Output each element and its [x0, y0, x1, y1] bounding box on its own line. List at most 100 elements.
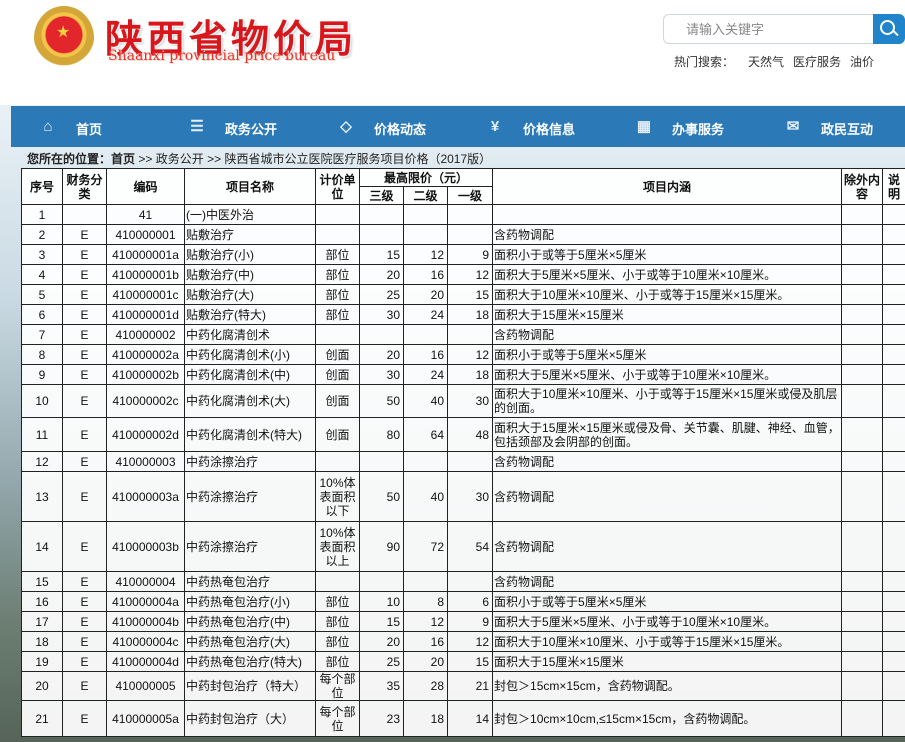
cell-excluded [841, 571, 884, 592]
cell-category: E [62, 344, 107, 365]
cell-excluded [841, 671, 884, 701]
cell-no: 18 [21, 631, 63, 652]
cell-code: 410000002b [106, 364, 185, 385]
cell-category: E [62, 364, 107, 385]
cell-code: 410000001c [106, 284, 185, 305]
cell-no: 12 [21, 451, 63, 472]
cell-price-1 [446, 324, 494, 345]
breadcrumb-current: 陕西省城市公立医院医疗服务项目价格（2017版） [224, 152, 492, 166]
hot-search-link[interactable]: 医疗服务 [793, 55, 841, 69]
cell-price-3: 10 [359, 591, 404, 612]
header-note: 说明 [882, 168, 905, 205]
cell-excluded [841, 344, 884, 365]
cell-price-1: 9 [446, 611, 494, 632]
cell-price-1: 15 [446, 284, 494, 305]
cell-price-3: 35 [359, 671, 404, 701]
hot-search-label: 热门搜索： [674, 55, 735, 69]
cell-code: 410000003a [106, 471, 185, 522]
cell-content: 含药物调配 [492, 224, 843, 245]
table-row: 3 E 410000001a 贴敷治疗(小) 部位 15 12 9 面积小于或等于5厘米×5厘米 [21, 244, 905, 265]
cell-category: E [62, 571, 107, 592]
cell-content: 含药物调配 [492, 324, 843, 345]
breadcrumb-separator: >> [207, 152, 222, 166]
cell-no: 1 [21, 204, 63, 225]
table-row: 13 E 410000003a 中药涂擦治疗 10%体表面积以下 50 40 30 含药物调配 [21, 471, 905, 522]
cell-note [882, 244, 905, 265]
cell-code: 410000002 [106, 324, 185, 345]
cell-note [882, 591, 905, 612]
cell-excluded [841, 417, 884, 452]
nav-item-government-affairs[interactable]: ☰ 政务公开 [160, 106, 309, 147]
cell-note [882, 264, 905, 285]
cell-unit: 部位 [315, 284, 360, 305]
grid-icon: ▦ [636, 118, 652, 135]
cell-unit: 部位 [315, 591, 360, 612]
cell-price-3: 50 [359, 471, 404, 522]
cell-code: 410000003b [106, 521, 185, 572]
cell-no: 11 [21, 417, 63, 452]
cell-content: 含药物调配 [492, 521, 843, 572]
cell-price-1: 9 [446, 244, 494, 265]
nav-item-services[interactable]: ▦ 办事服务 [607, 106, 756, 147]
cell-content: 面积大于10厘米×10厘米、小于或等于15厘米×15厘米。 [492, 284, 843, 305]
cell-no: 9 [21, 364, 63, 385]
cell-unit [315, 224, 360, 245]
cell-price-1: 48 [446, 417, 494, 452]
cell-excluded [841, 611, 884, 632]
cell-no: 13 [21, 471, 63, 522]
cell-price-3: 20 [359, 631, 404, 652]
search-icon[interactable] [873, 14, 905, 44]
cell-no: 4 [21, 264, 63, 285]
cell-excluded [841, 700, 884, 737]
cell-price-2: 16 [403, 631, 448, 652]
cell-note [882, 651, 905, 672]
cell-no: 7 [21, 324, 63, 345]
cell-price-2: 16 [403, 264, 448, 285]
cell-unit: 每个部位 [315, 700, 360, 737]
cell-note [882, 304, 905, 325]
table-row: 15 E 410000004 中药热奄包治疗 含药物调配 [21, 571, 905, 592]
cell-name: 贴敷治疗(小) [184, 244, 316, 265]
hot-search-link[interactable]: 天然气 [748, 55, 784, 69]
cell-note [882, 224, 905, 245]
breadcrumb-home-link[interactable]: 首页 [111, 152, 135, 166]
cell-category: E [62, 631, 107, 652]
nav-item-interaction[interactable]: ✉ 政民互动 [756, 106, 905, 147]
cell-content: 面积大于5厘米×5厘米、小于或等于10厘米×10厘米。 [492, 364, 843, 385]
cell-price-3: 23 [359, 700, 404, 737]
cell-price-2: 28 [403, 671, 448, 701]
cell-price-2 [403, 451, 448, 472]
table-row: 6 E 410000001d 贴敷治疗(特大) 部位 30 24 18 面积大于15厘米×15厘… [21, 304, 905, 325]
search-input[interactable] [663, 14, 875, 44]
table-row: 14 E 410000003b 中药涂擦治疗 10%体表面积以上 90 72 54 含药物调配 [21, 521, 905, 572]
cell-price-1: 6 [446, 591, 494, 612]
cell-price-2: 64 [403, 417, 448, 452]
table-row: 17 E 410000004b 中药热奄包治疗(中) 部位 15 12 9 面积大于5厘米×5厘… [21, 611, 905, 632]
cell-content: 面积小于或等于5厘米×5厘米 [492, 344, 843, 365]
cell-content: 面积大于5厘米×5厘米、小于或等于10厘米×10厘米。 [492, 264, 843, 285]
cell-excluded [841, 471, 884, 522]
cell-name: 贴敷治疗(中) [184, 264, 316, 285]
cell-no: 19 [21, 651, 63, 672]
header-level-3: 三级 [359, 186, 404, 205]
nav-item-home[interactable]: ⌂ 首页 [11, 106, 160, 147]
tag-icon: ◇ [340, 118, 352, 135]
cell-price-1 [446, 224, 494, 245]
cell-content: 含药物调配 [492, 571, 843, 592]
cell-price-1: 12 [446, 264, 494, 285]
nav-item-price-info[interactable]: ¥ 价格信息 [458, 106, 607, 147]
cell-price-2 [403, 324, 448, 345]
table-row: 7 E 410000002 中药化腐清创术 含药物调配 [21, 324, 905, 345]
cell-name: 中药化腐清创术(大) [184, 384, 316, 418]
breadcrumb-link[interactable]: 政务公开 [156, 152, 204, 166]
cell-excluded [841, 244, 884, 265]
nav-item-price-news[interactable]: ◇ 价格动态 [309, 106, 458, 147]
table-row: 8 E 410000002a 中药化腐清创术(小) 创面 20 16 12 面积小于或等于5厘米… [21, 344, 905, 365]
cell-name: 中药化腐清创术(小) [184, 344, 316, 365]
cell-category: E [62, 224, 107, 245]
cell-note [882, 284, 905, 305]
price-table-container: 序号 财务分类 编码 项目名称 计价单位 最高限价（元） 项目内涵 除外内容 说… [21, 168, 905, 742]
hot-search-link[interactable]: 油价 [850, 55, 874, 69]
cell-category: E [62, 700, 107, 737]
home-icon: ⌂ [43, 118, 53, 135]
